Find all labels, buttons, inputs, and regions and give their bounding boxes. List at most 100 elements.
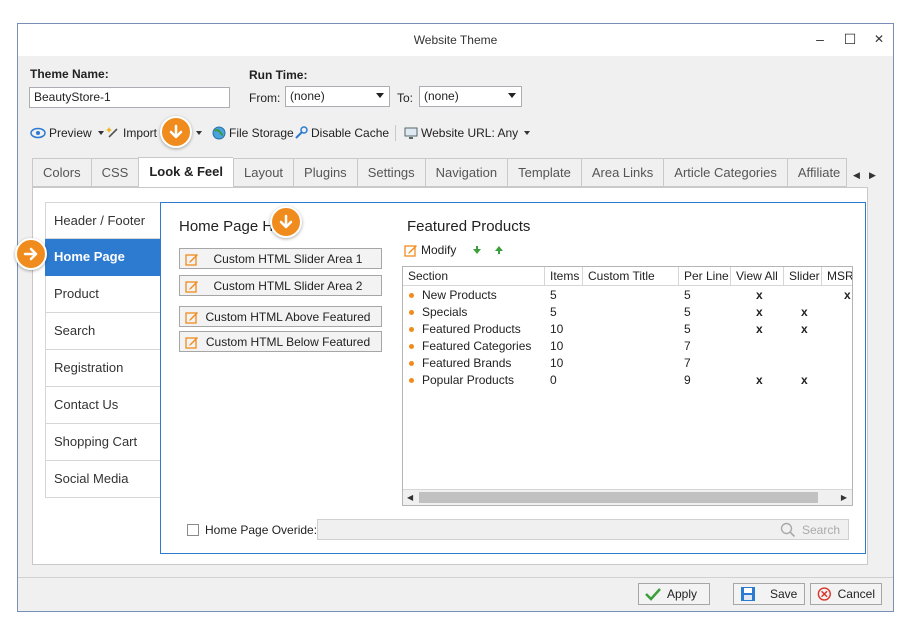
tab-affiliate[interactable]: Affiliate bbox=[786, 158, 847, 187]
wand-icon bbox=[106, 127, 118, 138]
bullet-icon bbox=[409, 327, 414, 332]
save-label: Save bbox=[770, 587, 798, 601]
cell-view-all: x bbox=[756, 288, 763, 302]
cell-items: 10 bbox=[550, 322, 564, 336]
column-header-slider[interactable]: Slider bbox=[784, 267, 822, 286]
column-header-msr[interactable]: MSR bbox=[822, 267, 852, 286]
preview-button[interactable]: Preview bbox=[30, 124, 104, 142]
arrow-up-icon[interactable] bbox=[494, 245, 504, 255]
maximize-button[interactable]: ☐ bbox=[836, 28, 864, 50]
table-row[interactable]: Popular Products 0 9 x x bbox=[403, 372, 852, 389]
search-icon bbox=[780, 522, 796, 538]
table-row[interactable]: New Products 5 5 x x bbox=[403, 287, 852, 304]
tab-layout[interactable]: Layout bbox=[233, 158, 294, 187]
side-item-registration[interactable]: Registration bbox=[45, 350, 161, 387]
table-row[interactable]: Specials 5 5 x x bbox=[403, 304, 852, 321]
column-header-view-all[interactable]: View All bbox=[731, 267, 784, 286]
cell-items: 10 bbox=[550, 356, 564, 370]
cell-per-line: 7 bbox=[684, 339, 691, 353]
chevron-down-icon bbox=[196, 131, 203, 135]
side-item-search[interactable]: Search bbox=[45, 313, 161, 350]
tab-css[interactable]: CSS bbox=[90, 158, 139, 187]
cell-section: Popular Products bbox=[422, 373, 515, 387]
preview-label: Preview bbox=[49, 126, 92, 140]
file-storage-button[interactable]: File Storage bbox=[212, 124, 294, 142]
tab-scroll-left-icon[interactable]: ◀ bbox=[853, 170, 860, 181]
close-button[interactable]: ✕ bbox=[865, 28, 893, 50]
override-input[interactable]: Search bbox=[317, 519, 849, 540]
custom-html-slider-1-label: Custom HTML Slider Area 1 bbox=[213, 251, 363, 266]
apply-label: Apply bbox=[667, 587, 698, 601]
tab-navigation[interactable]: Navigation bbox=[424, 158, 508, 187]
chevron-down-icon bbox=[508, 93, 516, 98]
save-button[interactable]: Save bbox=[733, 583, 805, 605]
to-select[interactable]: (none) bbox=[419, 86, 522, 107]
arrow-down-icon[interactable] bbox=[472, 245, 482, 255]
look-and-feel-content: Header / Footer Home Page Product Search… bbox=[32, 187, 868, 565]
cell-items: 10 bbox=[550, 339, 564, 353]
edit-icon bbox=[185, 311, 198, 324]
custom-html-slider-2-button[interactable]: Custom HTML Slider Area 2 bbox=[179, 275, 382, 296]
run-time-label: Run Time: bbox=[249, 68, 308, 82]
scrollbar-thumb[interactable] bbox=[419, 492, 818, 503]
horizontal-scrollbar[interactable]: ◀ ▶ bbox=[403, 489, 852, 505]
cell-per-line: 9 bbox=[684, 373, 691, 387]
tab-template[interactable]: Template bbox=[507, 158, 581, 187]
import-label: Import bbox=[123, 126, 158, 140]
custom-html-below-featured-label: Custom HTML Below Featured bbox=[205, 334, 371, 349]
disable-cache-button[interactable]: Disable Cache bbox=[294, 124, 389, 142]
scroll-right-icon[interactable]: ▶ bbox=[841, 493, 847, 502]
featured-products-grid: Section Items Custom Title Per Line View… bbox=[402, 266, 853, 506]
column-header-custom-title[interactable]: Custom Title bbox=[583, 267, 679, 286]
cell-section: Featured Categories bbox=[422, 339, 532, 353]
search-button[interactable]: Search bbox=[780, 522, 840, 538]
tab-look-and-feel[interactable]: Look & Feel bbox=[138, 157, 233, 188]
custom-html-below-featured-button[interactable]: Custom HTML Below Featured bbox=[179, 331, 382, 352]
modify-button[interactable]: Modify bbox=[404, 243, 456, 257]
monitor-icon bbox=[404, 127, 418, 139]
bullet-icon bbox=[409, 293, 414, 298]
website-url-button[interactable]: Website URL: Any bbox=[404, 124, 531, 142]
featured-products-title: Featured Products bbox=[407, 218, 531, 235]
globe-icon bbox=[212, 126, 226, 140]
side-item-social-media[interactable]: Social Media bbox=[45, 461, 161, 498]
side-item-header-footer[interactable]: Header / Footer bbox=[45, 202, 161, 239]
apply-button[interactable]: Apply bbox=[638, 583, 710, 605]
minimize-button[interactable]: – bbox=[806, 28, 834, 50]
website-theme-window: Website Theme – ☐ ✕ Theme Name: BeautySt… bbox=[17, 23, 894, 612]
from-label: From: bbox=[249, 91, 281, 105]
column-header-per-line[interactable]: Per Line bbox=[679, 267, 731, 286]
chevron-down-icon bbox=[376, 93, 384, 98]
bullet-icon bbox=[409, 344, 414, 349]
custom-html-slider-1-button[interactable]: Custom HTML Slider Area 1 bbox=[179, 248, 382, 269]
tab-scroll-right-icon[interactable]: ▶ bbox=[869, 170, 876, 181]
override-checkbox[interactable] bbox=[187, 524, 199, 536]
side-nav: Header / Footer Home Page Product Search… bbox=[45, 202, 161, 498]
scroll-left-icon[interactable]: ◀ bbox=[407, 493, 413, 502]
column-header-items[interactable]: Items bbox=[545, 267, 583, 286]
from-select[interactable]: (none) bbox=[285, 86, 390, 107]
tab-colors[interactable]: Colors bbox=[32, 158, 91, 187]
custom-html-above-featured-button[interactable]: Custom HTML Above Featured bbox=[179, 306, 382, 327]
cell-items: 5 bbox=[550, 305, 557, 319]
cell-msr: x bbox=[844, 288, 851, 302]
table-row[interactable]: Featured Products 10 5 x x bbox=[403, 321, 852, 338]
cell-slider: x bbox=[801, 373, 808, 387]
tab-plugins[interactable]: Plugins bbox=[293, 158, 357, 187]
table-row[interactable]: Featured Brands 10 7 bbox=[403, 355, 852, 372]
side-item-shopping-cart[interactable]: Shopping Cart bbox=[45, 424, 161, 461]
cell-section: Featured Brands bbox=[422, 356, 512, 370]
theme-name-input[interactable]: BeautyStore-1 bbox=[29, 87, 230, 108]
column-header-section[interactable]: Section bbox=[403, 267, 545, 286]
tab-area-links[interactable]: Area Links bbox=[580, 158, 664, 187]
chevron-down-icon bbox=[524, 131, 531, 135]
title-bar: Website Theme – ☐ ✕ bbox=[18, 24, 893, 56]
side-item-contact-us[interactable]: Contact Us bbox=[45, 387, 161, 424]
cancel-button[interactable]: Cancel bbox=[810, 583, 882, 605]
search-label: Search bbox=[801, 523, 840, 537]
tab-article-categories[interactable]: Article Categories bbox=[663, 158, 787, 187]
side-item-product[interactable]: Product bbox=[45, 276, 161, 313]
tab-settings[interactable]: Settings bbox=[356, 158, 425, 187]
table-row[interactable]: Featured Categories 10 7 bbox=[403, 338, 852, 355]
side-item-home-page[interactable]: Home Page bbox=[45, 239, 161, 276]
